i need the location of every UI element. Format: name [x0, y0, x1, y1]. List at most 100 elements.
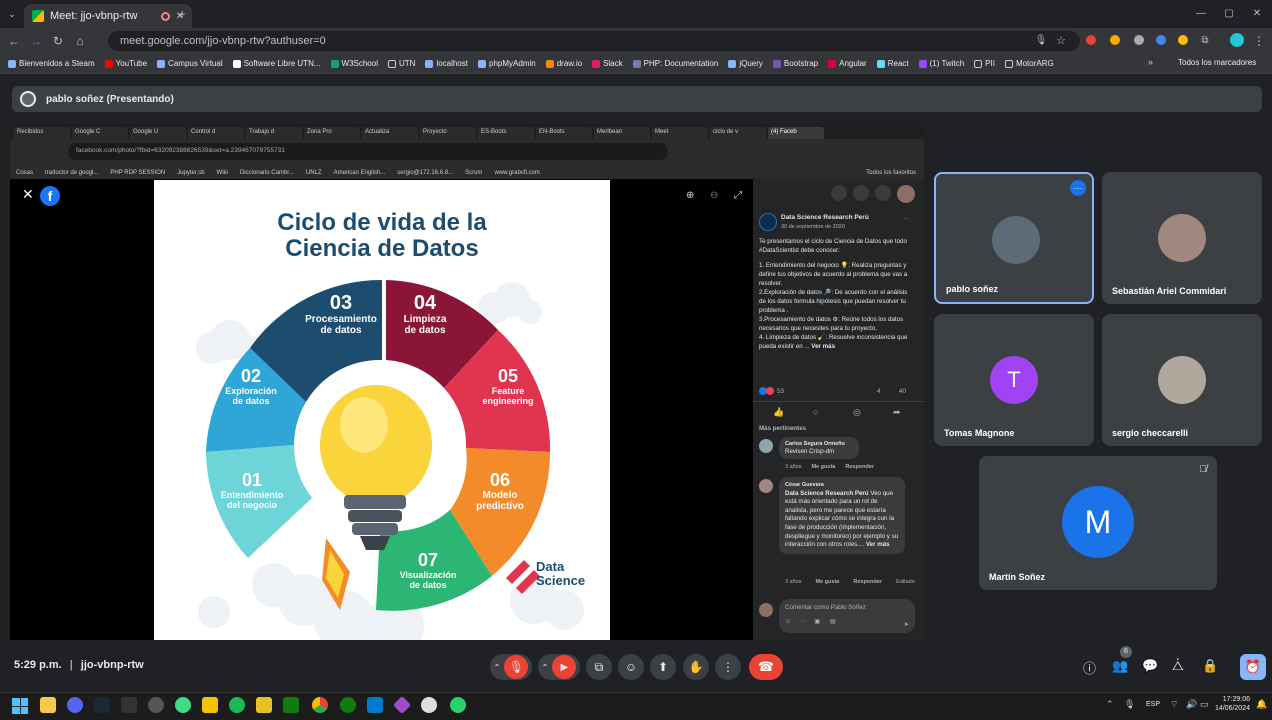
share-action-icon: ➦ [893, 407, 901, 417]
commenter-name: Carlos Segura Ormeño [785, 441, 845, 447]
bookmark-item[interactable]: PHP: Documentation [632, 59, 718, 68]
lock-app-icon[interactable] [202, 697, 218, 713]
present-icon[interactable]: ⬆ [650, 654, 676, 680]
vscode-icon[interactable] [367, 697, 383, 713]
participant-tile[interactable]: ··· pablo soñez [934, 172, 1094, 304]
whatsapp-icon[interactable] [450, 697, 466, 713]
chrome-menu-icon[interactable]: ⋮ [1252, 31, 1266, 51]
participant-name: Martín Soñez [989, 572, 1046, 582]
bookmark-item[interactable]: Bienvenidos a Steam [8, 59, 95, 68]
participant-tile[interactable]: sergio checcarelli [1102, 314, 1262, 446]
window-close-icon[interactable]: ✕ [1248, 4, 1266, 24]
tray-mic-icon[interactable]: 🎙 [1124, 699, 1135, 710]
people-icon[interactable]: 👥 [1112, 658, 1128, 674]
participant-tile[interactable]: Sebastián Ariel Commidari [1102, 172, 1262, 304]
volume-icon[interactable]: 🔊 [1186, 699, 1197, 710]
all-bookmarks[interactable]: Todos los marcadores [1178, 58, 1256, 67]
more-options-icon[interactable]: ⋮ [715, 654, 741, 680]
participant-tile[interactable]: 🎙̸ M Martín Soñez [979, 456, 1217, 590]
wifi-icon[interactable]: ⌔ [1170, 699, 1178, 710]
chevron-up-icon[interactable]: ⌃ [494, 663, 501, 672]
bookmark-item[interactable]: MotorARG [1004, 59, 1054, 68]
extensions-puzzle-icon[interactable]: ⧉ [1198, 31, 1212, 51]
bookmark-item[interactable]: jQuery [728, 59, 763, 68]
clock[interactable]: 17:29:06 14/06/2024 [1212, 695, 1250, 713]
bookmark-item[interactable]: YouTube [104, 59, 147, 68]
bookmark-item[interactable]: React [876, 59, 909, 68]
more-options-icon[interactable]: ··· [1070, 180, 1086, 196]
step-number: 04 [413, 292, 437, 314]
step-label: Exploración [225, 386, 277, 396]
bookmark-item[interactable]: Software Libre UTN... [232, 59, 321, 68]
language-indicator[interactable]: ESP [1146, 701, 1160, 708]
tray-chevron-icon[interactable]: ⌃ [1106, 699, 1114, 710]
timer-icon[interactable]: ⏰ [1240, 654, 1266, 680]
bookmark-item[interactable]: Angular [828, 59, 867, 68]
camera-control[interactable]: ⌃ ▶ [538, 654, 580, 680]
forward-icon[interactable]: → [28, 31, 44, 51]
back-icon[interactable]: ← [6, 31, 22, 51]
step-label: Procesamiento [305, 314, 377, 325]
mic-icon[interactable]: 🎙 [1034, 31, 1048, 51]
extension-icon[interactable] [1134, 35, 1144, 45]
shared-tab: Google C [72, 127, 128, 139]
minimize-icon[interactable]: — [1192, 4, 1210, 24]
extension-icon[interactable] [1086, 35, 1096, 45]
maximize-icon[interactable]: ▢ [1220, 4, 1238, 24]
media-player-icon[interactable] [421, 697, 437, 713]
xbox-icon[interactable] [340, 697, 356, 713]
camera-off-icon[interactable]: ▶ [552, 655, 577, 679]
discord-icon[interactable] [67, 697, 83, 713]
extension-icon[interactable] [1178, 35, 1188, 45]
file-explorer-icon[interactable] [40, 697, 56, 713]
notes-icon[interactable] [256, 697, 272, 713]
address-bar[interactable]: meet.google.com/jjo-vbnp-rtw?authuser=0 [108, 31, 1080, 51]
bookmark-item[interactable]: draw.io [545, 59, 582, 68]
participant-tile[interactable]: T Tomas Magnone [934, 314, 1094, 446]
obs-icon[interactable] [148, 697, 164, 713]
battery-icon[interactable]: ▭ [1200, 699, 1209, 710]
home-icon[interactable]: ⌂ [72, 31, 88, 51]
tab-search-icon[interactable]: ⌄ [4, 4, 20, 24]
host-controls-icon[interactable]: 🔒 [1202, 658, 1218, 674]
bookmark-item[interactable]: Slack [592, 59, 623, 68]
app-icon[interactable] [175, 697, 191, 713]
bookmark-item[interactable]: localhost [425, 59, 468, 68]
extension-icon[interactable] [1156, 35, 1166, 45]
new-tab-icon[interactable]: + [174, 4, 190, 24]
tab-meet[interactable]: Meet: jjo-vbnp-rtw ✕ [24, 4, 192, 28]
chrome-icon[interactable] [312, 697, 328, 713]
bookmark-item[interactable]: Bootstrap [772, 59, 818, 68]
chevron-up-icon[interactable]: ⌃ [542, 663, 549, 672]
extension-icon[interactable] [1110, 35, 1120, 45]
bookmark-item[interactable]: Campus Virtual [157, 59, 223, 68]
excel-icon[interactable] [283, 697, 299, 713]
more-bookmarks-icon[interactable]: » [1148, 57, 1153, 67]
bookmark-item[interactable]: W3School [330, 59, 378, 68]
captions-icon[interactable]: ⧉ [586, 654, 612, 680]
bookmark-item[interactable]: PII [974, 59, 995, 68]
meeting-details-icon[interactable]: ⓘ [1083, 658, 1096, 677]
chat-icon[interactable]: 💬 [1142, 658, 1158, 674]
raise-hand-icon[interactable]: ✋ [683, 654, 709, 680]
bookmark-item[interactable]: (1) Twitch [918, 59, 964, 68]
emoji-icon[interactable]: ☺ [618, 654, 644, 680]
activities-icon[interactable]: ⧊ [1172, 658, 1184, 674]
step-01: 01 Entendimiento del negocio [212, 470, 292, 510]
mic-control[interactable]: ⌃ 🎙 [490, 654, 532, 680]
windows-start-icon[interactable] [12, 698, 28, 714]
presenter-avatar [20, 91, 36, 107]
notifications-bell-icon[interactable]: 🔔 [1256, 699, 1267, 710]
bookmark-item[interactable]: UTN [387, 59, 415, 68]
mic-off-icon[interactable]: 🎙 [504, 655, 529, 679]
profile-avatar[interactable] [1230, 33, 1244, 47]
bookmark-item[interactable]: phpMyAdmin [478, 59, 536, 68]
comment-reply: Responder [853, 579, 883, 585]
comment-input: Comentar como Pablo Soñez ☺ ◌ ▣ ▤ ➤ [779, 599, 915, 633]
reload-icon[interactable]: ↻ [50, 31, 66, 51]
leave-call-button[interactable]: ☎ [749, 654, 783, 680]
terminal-icon[interactable] [121, 697, 137, 713]
bookmark-star-icon[interactable]: ☆ [1054, 31, 1068, 51]
steam-icon[interactable] [94, 697, 110, 713]
spotify-icon[interactable] [229, 697, 245, 713]
